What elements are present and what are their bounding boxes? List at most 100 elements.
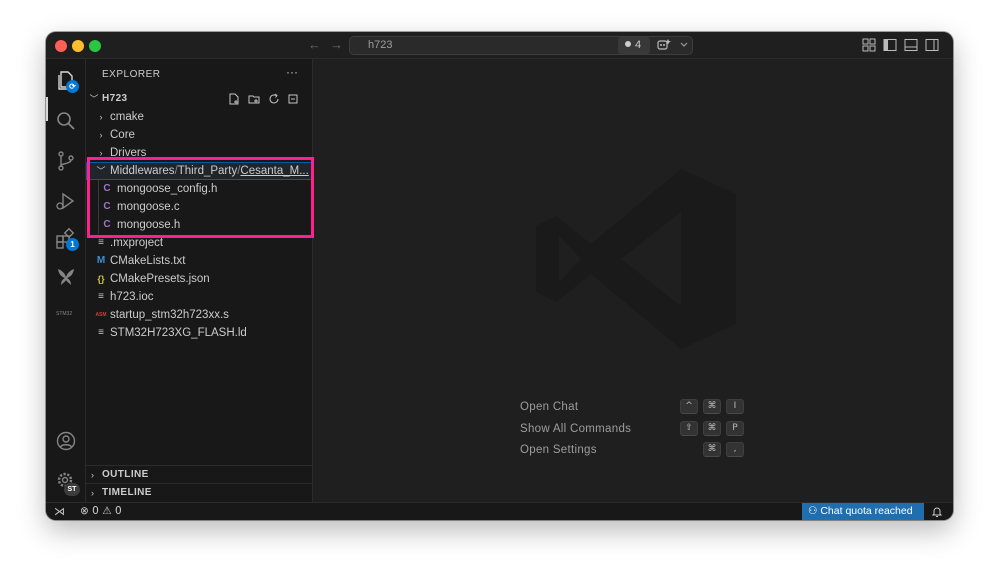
lines-file-icon: ≡ (98, 291, 104, 302)
open-chat-shortcut[interactable]: Open Chat ^ ⌘ I (520, 399, 750, 419)
new-folder-icon[interactable] (248, 93, 260, 105)
minimize-window-button[interactable] (72, 40, 84, 52)
file-label: CMakePresets.json (110, 273, 210, 285)
c-file-icon: C (103, 219, 111, 230)
path-segment[interactable]: Cesanta_M... (240, 165, 308, 177)
cmake-file-icon: M (96, 255, 106, 266)
folder-label: cmake (110, 111, 144, 123)
activity-bar: ⟳ 1 STM32 ST (46, 59, 86, 502)
explorer-sidebar: EXPLORER ··· ﹀ H723 › cmake › Core › Dri… (86, 59, 313, 502)
keycap: , (726, 442, 744, 457)
explorer-title: EXPLORER (102, 69, 161, 80)
active-indicator (46, 97, 48, 121)
folder-item-drivers[interactable]: › Drivers (86, 144, 312, 162)
arrow-right-icon[interactable]: → (330, 37, 343, 52)
status-bar: ⋊ ⊗ 0 ⚠ 0 ⚇ Chat quota reached (46, 502, 953, 520)
arrow-left-icon[interactable]: ← (308, 37, 321, 52)
error-icon: ⊗ (80, 505, 89, 517)
notification-bell-icon[interactable] (931, 506, 943, 518)
zoom-window-button[interactable] (89, 40, 101, 52)
folder-label: Drivers (110, 147, 147, 159)
lines-file-icon: ≡ (98, 327, 104, 338)
file-label: h723.ioc (110, 291, 154, 303)
workspace-root[interactable]: ﹀ H723 (86, 90, 312, 108)
asm-file-icon: ASM (95, 312, 107, 318)
open-settings-shortcut[interactable]: Open Settings ⌘ , (520, 442, 750, 462)
title-bar: ← → h723 4 (46, 32, 953, 59)
outline-section-header[interactable]: › OUTLINE (86, 465, 312, 484)
sync-badge-icon: ⟳ (66, 80, 79, 93)
stm32-label: STM32 (56, 311, 73, 317)
chat-quota-status[interactable]: ⚇ Chat quota reached (802, 503, 924, 520)
file-item-flash-ld[interactable]: ≡ STM32H723XG_FLASH.ld (86, 324, 312, 342)
chevron-right-icon: › (91, 470, 95, 480)
path-segment[interactable]: Middlewares (110, 165, 175, 177)
account-icon[interactable] (54, 429, 78, 453)
file-item-mongoose-h[interactable]: C mongoose.h (86, 216, 312, 234)
keycap: ⌘ (703, 442, 721, 457)
compact-folder-path: Middlewares/Third_Party/Cesanta_M... (110, 162, 309, 180)
badge-count: 4 (635, 39, 642, 51)
command-center-text: h723 (368, 39, 393, 51)
file-item-startup-s[interactable]: ASM startup_stm32h723xx.s (86, 306, 312, 324)
extensions-badge: 1 (66, 238, 79, 251)
timeline-label: TIMELINE (102, 487, 152, 498)
keycap: P (726, 421, 744, 436)
source-control-badge[interactable]: 4 (618, 37, 650, 54)
chat-quota-label: Chat quota reached (820, 505, 913, 517)
vscode-window: ← → h723 4 ⟳ 1 STM32 ST EXPLORER ··· ﹀ H… (46, 32, 953, 520)
close-window-button[interactable] (55, 40, 67, 52)
account-badge: ST (64, 483, 80, 496)
copilot-icon[interactable] (657, 38, 671, 52)
command-label: Open Settings (520, 444, 597, 456)
stm32-extension-icon[interactable] (54, 265, 78, 289)
command-label: Show All Commands (520, 423, 632, 435)
c-file-icon: C (103, 201, 111, 212)
chevron-right-icon: › (99, 112, 103, 122)
chevron-right-icon: › (99, 148, 103, 158)
timeline-section-header[interactable]: › TIMELINE (86, 483, 312, 502)
source-control-icon[interactable] (54, 149, 78, 173)
file-label: mongoose.h (117, 219, 181, 231)
editor-empty-area[interactable]: Open Chat ^ ⌘ I Show All Commands ⇧ ⌘ P … (313, 59, 953, 502)
path-segment[interactable]: Third_Party (178, 165, 237, 177)
search-icon[interactable] (54, 109, 78, 133)
warning-icon: ⚠ (102, 505, 112, 517)
file-item-mongoose-c[interactable]: C mongoose.c (86, 198, 312, 216)
file-item-cmakepresets[interactable]: {} CMakePresets.json (86, 270, 312, 288)
file-item-h723-ioc[interactable]: ≡ h723.ioc (86, 288, 312, 306)
more-actions-icon[interactable]: ··· (286, 65, 298, 79)
file-item-cmakelists[interactable]: M CMakeLists.txt (86, 252, 312, 270)
keycap: ^ (680, 399, 698, 414)
chevron-down-icon: ﹀ (89, 94, 99, 104)
command-label: Open Chat (520, 401, 579, 413)
file-item-mxproject[interactable]: ≡ .mxproject (86, 234, 312, 252)
toggle-panel-icon[interactable] (904, 38, 918, 52)
file-label: mongoose.c (117, 201, 180, 213)
run-debug-icon[interactable] (54, 189, 78, 213)
chevron-down-icon[interactable] (677, 38, 691, 52)
problems-indicator[interactable]: ⊗ 0 ⚠ 0 (80, 505, 122, 517)
folder-item-cmake[interactable]: › cmake (86, 108, 312, 126)
chevron-right-icon: › (91, 488, 95, 498)
show-all-commands-shortcut[interactable]: Show All Commands ⇧ ⌘ P (520, 421, 750, 441)
warning-count: 0 (114, 505, 122, 517)
customize-layout-icon[interactable] (862, 38, 876, 52)
chevron-down-icon: ﹀ (96, 166, 106, 176)
collapse-all-icon[interactable] (287, 93, 299, 105)
file-label: .mxproject (110, 237, 164, 249)
new-file-icon[interactable] (228, 93, 240, 105)
folder-item-core[interactable]: › Core (86, 126, 312, 144)
remote-indicator-icon[interactable]: ⋊ (54, 505, 65, 518)
c-file-icon: C (103, 183, 111, 194)
toggle-primary-sidebar-icon[interactable] (883, 38, 897, 52)
outline-label: OUTLINE (102, 469, 149, 480)
folder-item-middlewares[interactable]: ﹀ Middlewares/Third_Party/Cesanta_M... (86, 162, 312, 180)
toggle-secondary-sidebar-icon[interactable] (925, 38, 939, 52)
file-item-mongoose-config-h[interactable]: C mongoose_config.h (86, 180, 312, 198)
lines-file-icon: ≡ (98, 237, 104, 248)
vscode-logo-watermark-icon (536, 169, 736, 349)
refresh-icon[interactable] (268, 93, 280, 105)
keycap: ⇧ (680, 421, 698, 436)
json-file-icon: {} (97, 274, 105, 284)
